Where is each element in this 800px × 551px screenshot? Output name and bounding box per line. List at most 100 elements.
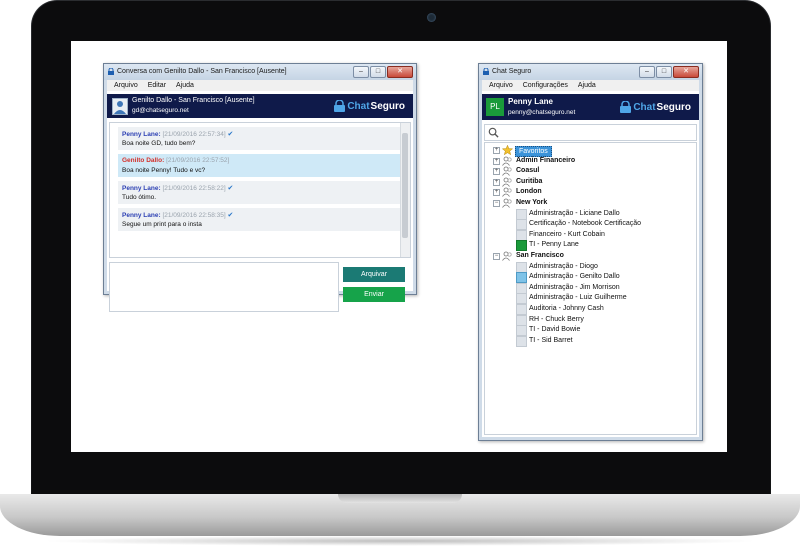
menu-configuracoes[interactable]: Configurações — [523, 80, 568, 91]
message-sender: Genilto Dallo: — [122, 157, 165, 164]
close-button[interactable]: ✕ — [387, 66, 413, 78]
person-icon — [516, 219, 527, 231]
lock-icon — [620, 101, 632, 113]
send-button[interactable]: Enviar — [343, 287, 405, 302]
group-item[interactable]: + London — [485, 187, 696, 198]
group-label: London — [516, 188, 542, 196]
person-icon — [516, 261, 527, 273]
contact-item[interactable]: Administração - Genilto Dallo — [485, 272, 696, 284]
contact-item[interactable]: Administração - Jim Morrison — [485, 282, 696, 294]
archive-button[interactable]: Arquivar — [343, 267, 405, 282]
search-bar[interactable] — [484, 124, 697, 141]
chat-seguro-logo: Chat Seguro — [620, 100, 691, 114]
message-time: [21/09/2016 22:57:34] — [162, 131, 226, 138]
expander-icon[interactable]: + — [493, 178, 500, 186]
search-icon — [488, 127, 499, 138]
contact-item[interactable]: Administração - Liciane Dallo — [485, 208, 696, 220]
chat-menubar: Arquivo Editar Ajuda — [107, 80, 413, 91]
group-icon — [502, 156, 512, 166]
message-time: [21/09/2016 22:58:35] — [162, 212, 226, 219]
main-window-title: Chat Seguro — [492, 68, 532, 75]
message-scrollbar[interactable] — [400, 123, 410, 257]
contact-label: Certificação - Notebook Certificação — [529, 220, 642, 228]
expander-icon[interactable]: + — [493, 157, 500, 165]
expander-icon[interactable]: + — [493, 189, 500, 197]
main-window-titlebar[interactable]: Chat Seguro – □ ✕ — [479, 64, 702, 80]
expander-icon[interactable]: + — [493, 168, 500, 176]
contact-item[interactable]: Administração - Diogo — [485, 261, 696, 273]
contact-label: TI - Penny Lane — [529, 241, 579, 249]
user-avatar[interactable]: PL — [486, 98, 504, 116]
contact-item[interactable]: Certificação - Notebook Certificação — [485, 219, 696, 231]
menu-editar[interactable]: Editar — [148, 80, 166, 91]
desktop-screen: Conversa com Genilto Dallo - San Francis… — [71, 41, 727, 452]
menu-ajuda[interactable]: Ajuda — [176, 80, 194, 91]
maximize-button[interactable]: □ — [656, 66, 672, 78]
group-item[interactable]: + Curitiba — [485, 177, 696, 187]
menu-ajuda[interactable]: Ajuda — [578, 80, 596, 91]
message-item: Penny Lane: [21/09/2016 22:58:22] ✔ Tudo … — [118, 181, 400, 204]
contact-item[interactable]: Financeiro - Kurt Cobain — [485, 229, 696, 241]
contact-header: Genilto Dallo - San Francisco [Ausente] … — [107, 94, 413, 118]
compose-area[interactable] — [109, 262, 339, 312]
menu-arquivo[interactable]: Arquivo — [489, 80, 513, 91]
brand-seguro: Seguro — [656, 101, 691, 113]
minimize-button[interactable]: – — [353, 66, 369, 78]
person-icon — [516, 325, 527, 337]
group-label: New York — [516, 199, 548, 206]
message-text: Segue um print para o insta — [122, 221, 202, 228]
contact-label: Administração - Liciane Dallo — [529, 209, 620, 217]
person-icon — [516, 208, 527, 220]
brand-chat: Chat — [633, 101, 656, 113]
close-button[interactable]: ✕ — [673, 66, 699, 78]
brand-chat: Chat — [347, 100, 370, 112]
contact-label: Administração - Genilto Dallo — [529, 273, 620, 281]
message-item: Penny Lane: [21/09/2016 22:58:35] ✔ Segue… — [118, 208, 400, 231]
expander-icon[interactable]: − — [493, 253, 500, 260]
group-item[interactable]: + Coasul — [485, 166, 696, 176]
contact-item[interactable]: TI - David Bowie — [485, 325, 696, 337]
contact-item[interactable]: RH - Chuck Berry — [485, 314, 696, 326]
contact-label: RH - Chuck Berry — [529, 315, 584, 323]
contact-item[interactable]: TI - Penny Lane — [485, 240, 696, 252]
check-icon: ✔ — [227, 185, 234, 192]
chat-window: Conversa com Genilto Dallo - San Francis… — [103, 63, 417, 312]
user-name: Penny Lane — [508, 97, 553, 106]
favorites-group[interactable]: + Favoritos — [485, 145, 696, 157]
check-icon: ✔ — [227, 212, 234, 219]
contact-item[interactable]: Auditoria - Johnny Cash — [485, 304, 696, 315]
group-item[interactable]: + Admin Financeiro — [485, 156, 696, 166]
contact-item[interactable]: Administração - Luiz Guilherme — [485, 293, 696, 305]
message-history[interactable]: Penny Lane: [21/09/2016 22:57:34] ✔ Boa n… — [109, 122, 411, 258]
contact-item[interactable]: TI - Sid Barret — [485, 335, 696, 347]
contact-email: gd@chatseguro.net — [132, 107, 189, 114]
chat-window-titlebar[interactable]: Conversa com Genilto Dallo - San Francis… — [104, 64, 416, 80]
group-item[interactable]: − New York — [485, 198, 696, 208]
contact-label: Administração - Diogo — [529, 262, 598, 270]
person-icon — [516, 282, 527, 294]
contact-label: TI - Sid Barret — [529, 336, 573, 344]
message-header: Penny Lane: [21/09/2016 22:58:35] ✔ — [122, 211, 233, 219]
laptop-shadow — [40, 536, 760, 546]
expander-icon[interactable]: − — [493, 200, 500, 207]
group-item[interactable]: − San Francisco — [485, 251, 696, 261]
expander-icon[interactable]: + — [493, 147, 500, 154]
star-icon — [502, 145, 513, 155]
person-icon — [516, 293, 527, 305]
menu-arquivo[interactable]: Arquivo — [114, 80, 138, 91]
contact-label: Administração - Jim Morrison — [529, 283, 620, 291]
main-client-area: PL Penny Lane penny@chatseguro.net Chat S… — [482, 91, 699, 437]
message-sender: Penny Lane: — [122, 185, 161, 192]
contact-name-line: Genilto Dallo - San Francisco [Ausente] — [132, 97, 255, 104]
person-icon — [114, 101, 126, 114]
scrollbar-thumb[interactable] — [402, 133, 408, 238]
contact-label: Financeiro - Kurt Cobain — [529, 230, 605, 238]
minimize-button[interactable]: – — [639, 66, 655, 78]
person-icon — [516, 240, 527, 252]
maximize-button[interactable]: □ — [370, 66, 386, 78]
contact-label: TI - David Bowie — [529, 326, 581, 334]
message-time: [21/09/2016 22:57:52] — [166, 157, 230, 164]
person-icon — [516, 314, 527, 326]
message-header: Penny Lane: [21/09/2016 22:57:34] ✔ — [122, 130, 233, 138]
user-header: PL Penny Lane penny@chatseguro.net Chat S… — [482, 94, 699, 120]
